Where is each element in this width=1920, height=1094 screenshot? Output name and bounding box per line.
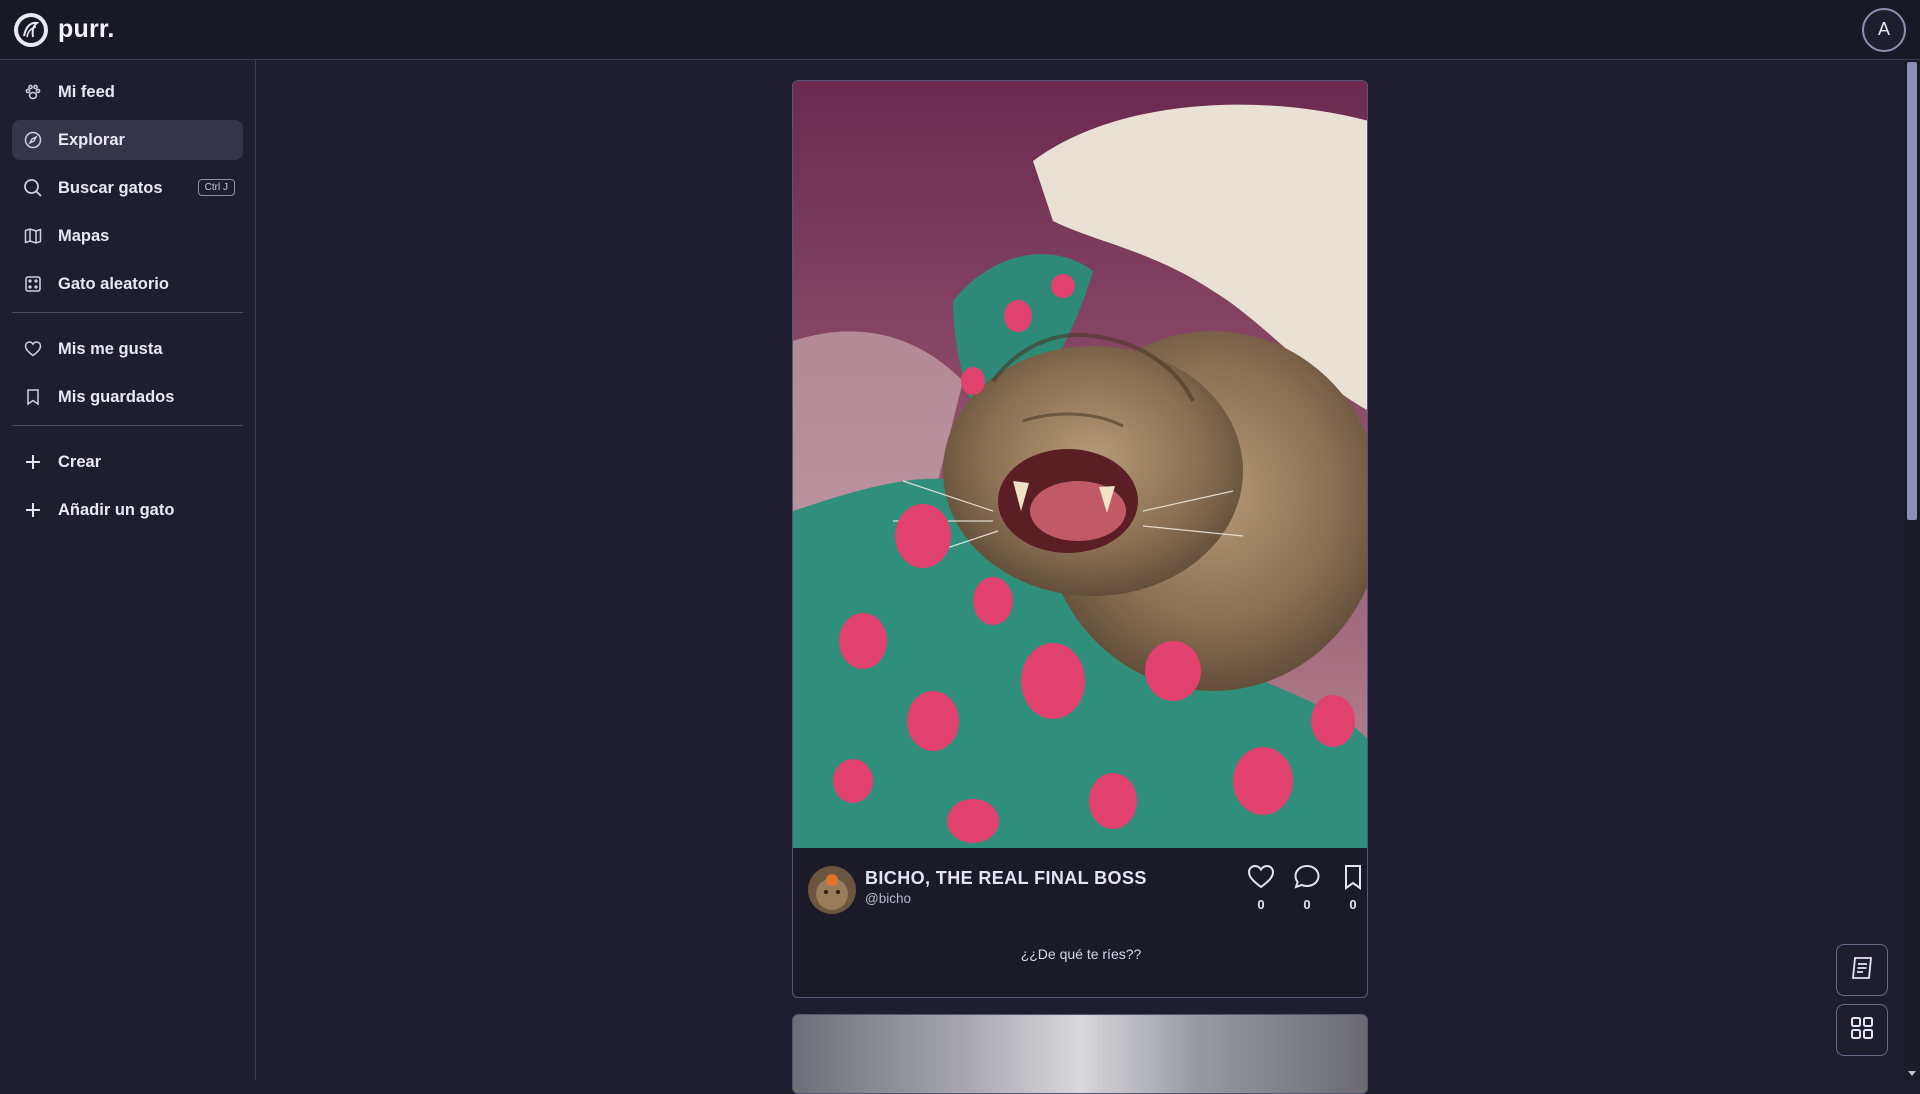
- sidebar-item-crear[interactable]: Crear: [12, 442, 243, 482]
- sidebar-item-label: Gato aleatorio: [58, 274, 169, 293]
- post-caption: ¿¿De qué te ríes??: [1020, 946, 1142, 962]
- notes-icon: [1849, 955, 1875, 986]
- comment-icon: [1293, 864, 1321, 894]
- sidebar-item-mis-me-gusta[interactable]: Mis me gusta: [12, 329, 243, 369]
- keyboard-shortcut-badge: Ctrl J: [197, 179, 235, 196]
- sidebar-item-label: Crear: [58, 452, 102, 471]
- sidebar-item-label: Añadir un gato: [58, 500, 175, 519]
- sidebar-item-label: Mi feed: [58, 82, 115, 101]
- sidebar: Mi feed Explorar Buscar gatos Ctrl J Map…: [0, 60, 256, 1080]
- sidebar-item-buscar-gatos[interactable]: Buscar gatos Ctrl J: [12, 168, 243, 208]
- scroll-down-arrow-icon[interactable]: [1908, 1071, 1916, 1076]
- comment-button[interactable]: 0: [1291, 864, 1323, 912]
- author-avatar[interactable]: [808, 866, 856, 914]
- sidebar-item-mapas[interactable]: Mapas: [12, 216, 243, 256]
- sidebar-divider: [12, 425, 243, 426]
- plus-icon: [22, 499, 44, 521]
- purr-logo-icon: [14, 12, 48, 47]
- grid-icon: [1850, 1016, 1874, 1045]
- sidebar-item-label: Buscar gatos: [58, 178, 163, 197]
- sidebar-item-label: Mis me gusta: [58, 339, 163, 358]
- save-button[interactable]: 0: [1337, 864, 1367, 912]
- sidebar-divider: [12, 312, 243, 313]
- sidebar-item-gato-aleatorio[interactable]: Gato aleatorio: [12, 264, 243, 304]
- like-button[interactable]: 0: [1245, 864, 1277, 912]
- paw-icon: [22, 81, 44, 103]
- heart-icon: [22, 338, 44, 360]
- sidebar-item-mi-feed[interactable]: Mi feed: [12, 72, 243, 112]
- compass-icon: [22, 129, 44, 151]
- post-card: BICHO, THE REAL FINAL BOSS @bicho 0 0 0 …: [792, 80, 1368, 998]
- next-post-card[interactable]: [792, 1014, 1368, 1094]
- map-icon: [22, 225, 44, 247]
- sidebar-item-anadir-gato[interactable]: Añadir un gato: [12, 490, 243, 530]
- brand-name: purr.: [58, 15, 115, 43]
- save-count: 0: [1349, 897, 1357, 912]
- dice-icon: [22, 273, 44, 295]
- author-handle[interactable]: @bicho: [865, 891, 911, 906]
- sidebar-item-label: Mis guardados: [58, 387, 175, 406]
- top-bar: purr. A: [0, 0, 1920, 60]
- scrollbar-thumb[interactable]: [1907, 62, 1917, 520]
- user-avatar-button[interactable]: A: [1862, 7, 1906, 52]
- bookmark-icon: [22, 386, 44, 408]
- heart-icon: [1247, 864, 1275, 894]
- bookmark-icon: [1342, 865, 1364, 894]
- like-count: 0: [1257, 897, 1265, 912]
- search-icon: [22, 177, 44, 199]
- plus-icon: [22, 451, 44, 473]
- brand[interactable]: purr.: [14, 12, 115, 47]
- grid-view-button[interactable]: [1836, 1004, 1888, 1056]
- sidebar-item-explorar[interactable]: Explorar: [12, 120, 243, 160]
- author-name[interactable]: BICHO, THE REAL FINAL BOSS: [865, 868, 1147, 889]
- sidebar-item-mis-guardados[interactable]: Mis guardados: [12, 377, 243, 417]
- post-image[interactable]: [793, 81, 1367, 848]
- page-scrollbar[interactable]: [1904, 60, 1920, 1080]
- sidebar-item-label: Explorar: [58, 130, 125, 149]
- comment-count: 0: [1303, 897, 1311, 912]
- notes-button[interactable]: [1836, 944, 1888, 996]
- post-footer: BICHO, THE REAL FINAL BOSS @bicho 0 0 0 …: [793, 848, 1367, 997]
- sidebar-item-label: Mapas: [58, 226, 110, 245]
